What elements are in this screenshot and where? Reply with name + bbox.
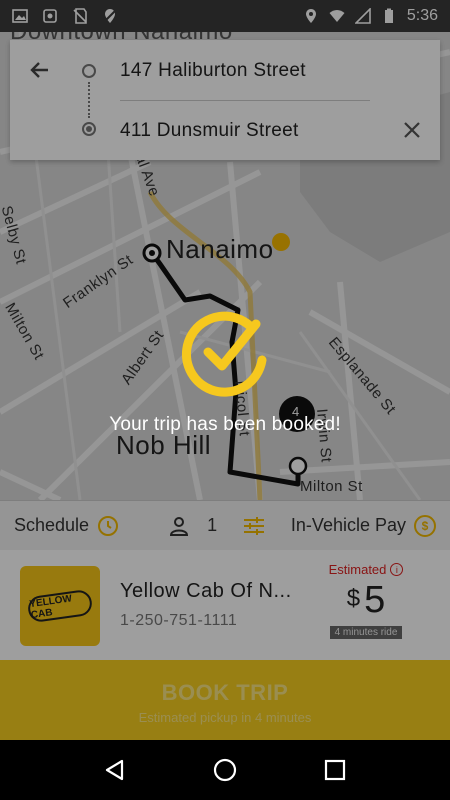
clock-icon (98, 515, 119, 536)
route-card: 147 Haliburton Street 411 Dunsmuir Stree… (10, 40, 440, 160)
info-icon[interactable]: i (390, 563, 404, 576)
pickup-dot-icon (82, 64, 96, 78)
fare-estimate: Estimated i $5 4 minutes ride (326, 562, 406, 640)
company-logo: YELLOW CAB (20, 566, 100, 646)
route-connector (88, 82, 90, 118)
estimate-label-row: Estimated i (326, 562, 406, 577)
schedule-button[interactable]: Schedule (14, 515, 119, 537)
clock: 5:36 (406, 7, 438, 24)
address-divider (120, 100, 370, 101)
passenger-count[interactable]: 1 (169, 515, 217, 536)
status-bar: 5:36 (0, 0, 450, 32)
destination-address[interactable]: 411 Dunsmuir Street (120, 120, 299, 142)
place-label: Nob Hill (116, 430, 212, 460)
destination-dot-icon (82, 122, 96, 136)
person-icon (170, 516, 189, 536)
signal-icon (354, 8, 371, 24)
ride-duration: 4 minutes ride (329, 626, 403, 639)
payment-label: In-Vehicle Pay (290, 515, 406, 535)
close-icon (404, 122, 420, 138)
schedule-label: Schedule (14, 515, 90, 535)
back-button[interactable] (24, 54, 56, 86)
image-icon (12, 9, 28, 23)
currency-symbol: $ (346, 585, 361, 612)
navigation-bar (0, 740, 450, 800)
recents-square-icon[interactable] (323, 758, 347, 782)
no-sim-icon (73, 8, 87, 24)
location-icon (305, 9, 316, 23)
gallery-icon (43, 9, 57, 23)
dollar-icon: $ (414, 514, 436, 537)
estimated-price: $5 (326, 579, 406, 622)
street-label: Milton St (300, 478, 363, 495)
company-phone[interactable]: 1-250-751-1111 (120, 612, 237, 630)
estimate-label: Estimated (328, 562, 387, 577)
sliders-icon (244, 516, 265, 535)
battery-icon (384, 8, 393, 23)
company-row[interactable]: YELLOW CAB Yellow Cab Of N... 1-250-751-… (0, 550, 450, 660)
location-off-icon (103, 9, 117, 23)
arrow-left-icon (30, 62, 48, 78)
payment-button[interactable]: In-Vehicle Pay $ (290, 514, 436, 537)
filter-button[interactable] (243, 516, 265, 536)
pickup-address[interactable]: 147 Haliburton Street (120, 60, 306, 82)
cluster-count[interactable]: 4 (292, 404, 300, 419)
back-triangle-icon[interactable] (103, 758, 127, 782)
place-label: Nanaimo (166, 234, 274, 264)
company-name: Yellow Cab Of N... (120, 580, 292, 602)
clear-destination-button[interactable] (398, 116, 426, 144)
pickup-estimate: Estimated pickup in 4 minutes (138, 710, 312, 725)
logo-badge: YELLOW CAB (26, 588, 94, 624)
options-bar: Schedule 1 In-Vehicle Pay $ (0, 500, 450, 550)
home-circle-icon[interactable] (213, 758, 237, 782)
passenger-count-value: 1 (207, 515, 218, 535)
wifi-icon (329, 10, 345, 22)
price-value: 5 (364, 579, 386, 621)
book-trip-label: BOOK TRIP (161, 680, 289, 705)
book-trip-button[interactable]: BOOK TRIP Estimated pickup in 4 minutes (0, 660, 450, 740)
